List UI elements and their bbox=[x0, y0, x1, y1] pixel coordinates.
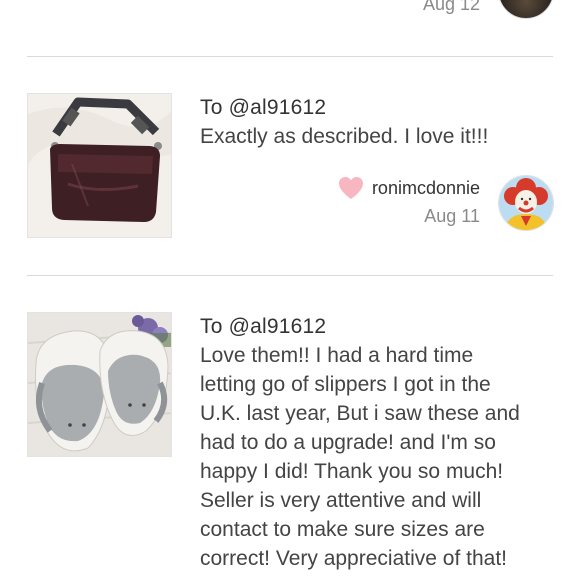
review-text-line: had to do a upgrade! and I'm so bbox=[200, 431, 496, 454]
review-text-line: Love them!! I had a hard time bbox=[200, 344, 474, 367]
reviewer-avatar[interactable] bbox=[498, 0, 554, 19]
author-username[interactable]: ronimcdonnie bbox=[372, 178, 480, 199]
review-text-line: correct! Very appreciative of that! bbox=[200, 547, 507, 570]
review-text: Exactly as described. I love it!!! bbox=[200, 125, 489, 148]
product-thumbnail[interactable] bbox=[27, 312, 172, 457]
review-text-line: happy I did! Thank you so much! bbox=[200, 460, 504, 483]
reviews-page: Aug 12 To @al91612 Exactly as described.… bbox=[0, 0, 580, 580]
product-thumbnail[interactable] bbox=[27, 93, 172, 238]
slippers-photo-icon bbox=[28, 313, 171, 456]
review-date: Aug 11 bbox=[424, 206, 480, 226]
heart-icon[interactable] bbox=[338, 176, 364, 200]
review-date: Aug 12 bbox=[422, 0, 480, 14]
divider bbox=[27, 275, 553, 276]
recipient-label[interactable]: To @al91612 bbox=[200, 96, 326, 120]
review-text-line: Seller is very attentive and will bbox=[200, 489, 482, 512]
author-avatar[interactable] bbox=[498, 175, 554, 231]
review-text-line: contact to make sure sizes are bbox=[200, 518, 485, 541]
clown-avatar-icon bbox=[499, 176, 553, 230]
review-text-line: U.K. last year, But i saw these and bbox=[200, 402, 520, 425]
review-author-row: ronimcdonnie bbox=[338, 176, 480, 200]
recipient-label[interactable]: To @al91612 bbox=[200, 315, 326, 339]
messenger-bag-photo-icon bbox=[28, 94, 171, 237]
review-text: Love them!! I had a hard time letting go… bbox=[200, 341, 550, 573]
review-text-line: letting go of slippers I got in the bbox=[200, 373, 491, 396]
divider bbox=[27, 56, 553, 57]
